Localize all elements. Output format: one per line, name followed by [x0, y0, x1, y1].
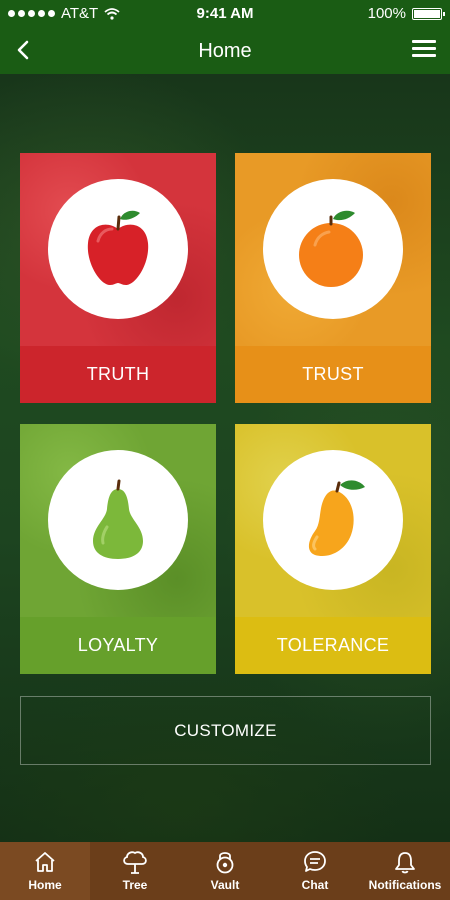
tile-tolerance-label: TOLERANCE [235, 617, 431, 674]
tab-tree-label: Tree [122, 878, 148, 892]
apple-icon [87, 210, 149, 285]
tile-loyalty[interactable]: LOYALTY [20, 424, 216, 674]
tab-home[interactable]: Home [0, 842, 90, 900]
customize-button[interactable]: CUSTOMIZE [20, 696, 431, 765]
tile-loyalty-label: LOYALTY [20, 617, 216, 674]
tile-truth[interactable]: TRUTH [20, 153, 216, 403]
tab-tree[interactable]: Tree [90, 842, 180, 900]
vault-icon [216, 852, 234, 874]
tab-home-label: Home [28, 878, 62, 892]
tile-trust[interactable]: TRUST [235, 153, 431, 403]
tab-vault[interactable]: Vault [180, 842, 270, 900]
mango-icon [308, 480, 365, 557]
menu-button[interactable] [412, 40, 436, 60]
page-title: Home [198, 40, 252, 62]
bell-icon [395, 852, 415, 874]
tile-loyalty-circle [48, 450, 188, 590]
tile-tolerance[interactable]: TOLERANCE [235, 424, 431, 674]
home-icon [35, 852, 55, 872]
tile-truth-label: TRUTH [20, 346, 216, 403]
tab-chat[interactable]: Chat [270, 842, 360, 900]
tab-notifications[interactable]: Notifications [360, 842, 450, 900]
chat-icon [304, 851, 326, 872]
tile-truth-circle [48, 179, 188, 319]
tile-trust-label: TRUST [235, 346, 431, 403]
battery-percent: 100% [367, 5, 406, 22]
tile-trust-circle [263, 179, 403, 319]
pear-icon [93, 479, 143, 559]
tab-vault-label: Vault [210, 878, 240, 892]
orange-icon [299, 210, 363, 287]
status-bar: AT&T 9:41 AM 100% [0, 0, 450, 28]
tile-tolerance-circle [263, 450, 403, 590]
tree-icon [123, 851, 147, 874]
tab-chat-label: Chat [301, 878, 329, 892]
battery-icon [412, 7, 445, 20]
nav-bar: Home [0, 28, 450, 74]
tab-notifications-label: Notifications [368, 878, 442, 892]
tab-bar: Home Tree Vault Chat Notifications [0, 842, 450, 900]
